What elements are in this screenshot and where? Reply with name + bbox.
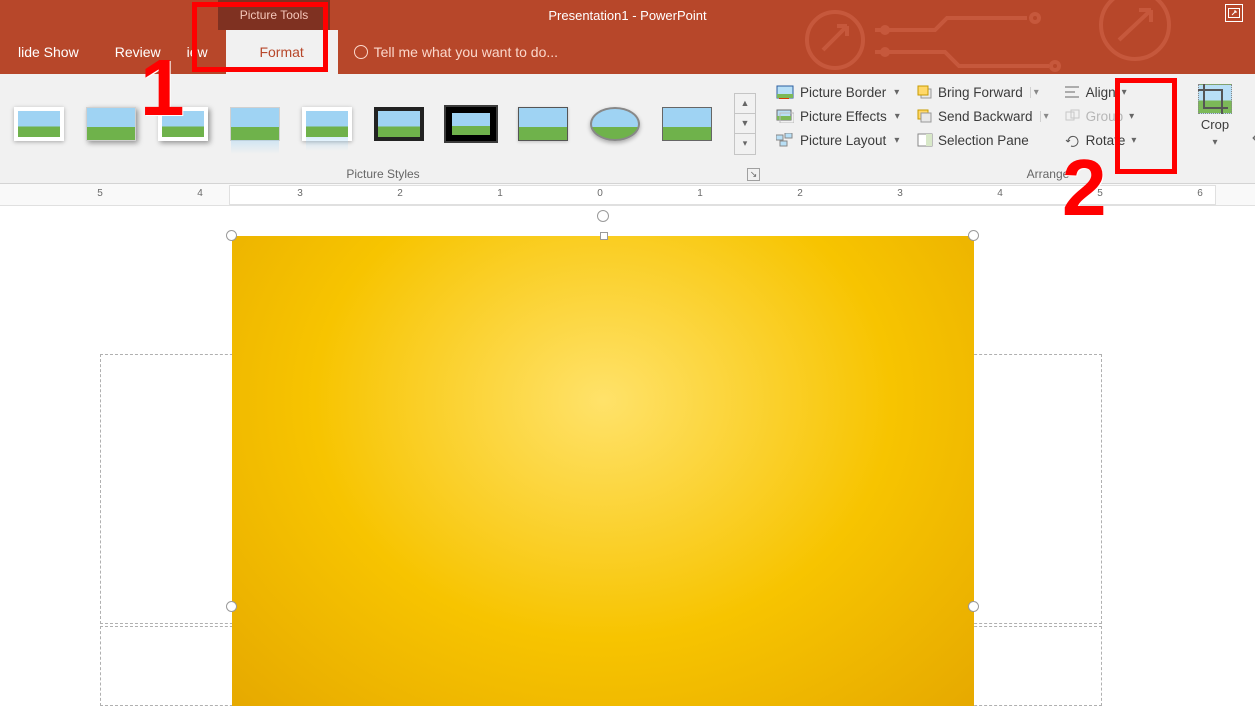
resize-handle-tl[interactable] [226,230,237,241]
window-title: Presentation1 - PowerPoint [548,8,706,23]
picture-layout-icon [776,132,794,148]
arrange-group: Bring Forward ▾ Send Backward ▾ Selectio… [911,74,1185,183]
dropdown-icon: ▾ [1129,111,1134,122]
style-thumb-1[interactable] [8,101,70,147]
height-field[interactable]: Height: [1251,92,1255,108]
align-icon [1064,84,1082,100]
bring-forward-icon [916,84,934,100]
dropdown-icon: ▾ [894,135,899,146]
ribbon: ▲ ▼ ▾ Picture Styles ↘ Picture Border ▾ … [0,74,1255,184]
group-label-picture-styles: Picture Styles ↘ [0,167,766,183]
group-label-size: Size ↘ [1251,165,1255,181]
size-group: Height: Width: Size ↘ [1245,74,1255,183]
crop-group: Crop ▾ [1185,74,1245,183]
group-button: Group ▾ [1063,106,1138,126]
tab-slideshow[interactable]: lide Show [0,30,97,74]
tab-review[interactable]: Review [97,30,179,74]
gallery-scroll: ▲ ▼ ▾ [734,93,756,155]
crop-dropdown-icon[interactable]: ▾ [1212,137,1217,148]
horizontal-ruler: 5 4 3 2 1 0 1 2 3 4 5 6 [0,184,1255,206]
tell-me-search[interactable]: Tell me what you want to do... [354,44,558,60]
picture-effects-label: Picture Effects [800,109,887,124]
bring-forward-label: Bring Forward [938,85,1023,100]
width-icon [1251,130,1255,146]
crop-icon [1198,84,1232,114]
resize-handle-tr[interactable] [968,230,979,241]
dropdown-icon: ▾ [1131,135,1136,146]
resize-handle-br[interactable] [968,601,979,612]
align-label: Align [1086,85,1116,100]
lightbulb-icon [354,45,368,59]
ruler-labels: 5 4 3 2 1 0 1 2 3 4 5 6 [0,186,1255,204]
gallery-scroll-down-icon[interactable]: ▼ [735,114,755,134]
picture-format-column: Picture Border ▾ Picture Effects ▾ Pictu… [766,74,911,183]
gallery-scroll-up-icon[interactable]: ▲ [735,94,755,114]
tell-me-placeholder: Tell me what you want to do... [374,44,558,60]
tab-format[interactable]: Format [226,30,338,74]
picture-styles-gallery: ▲ ▼ ▾ [0,74,766,167]
rotate-button[interactable]: Rotate ▾ [1063,130,1138,150]
picture-border-label: Picture Border [800,85,886,100]
rotate-icon [1064,132,1082,148]
slide-canvas[interactable] [0,206,1255,706]
send-backward-label: Send Backward [938,109,1033,124]
ribbon-display-options-icon[interactable] [1225,4,1243,22]
split-dropdown-icon[interactable]: ▾ [1040,111,1052,122]
style-thumb-8[interactable] [512,101,574,147]
group-icon [1064,108,1082,124]
picture-layout-label: Picture Layout [800,133,886,148]
crop-button[interactable]: Crop ▾ [1194,82,1236,150]
style-thumb-4[interactable] [224,101,286,147]
picture-effects-icon [776,108,794,124]
picture-border-button[interactable]: Picture Border ▾ [774,82,905,102]
style-thumb-10[interactable] [656,101,718,147]
ribbon-tabs: lide Show Review iew Format Tell me what… [0,30,1255,74]
gallery-more-icon[interactable]: ▾ [735,134,755,153]
align-button[interactable]: Align ▾ [1063,82,1138,102]
crop-label: Crop [1201,117,1229,132]
send-backward-icon [916,108,934,124]
tab-view[interactable]: iew [179,30,226,74]
picture-styles-group: ▲ ▼ ▾ Picture Styles ↘ [0,74,766,183]
rotate-label: Rotate [1086,133,1126,148]
dropdown-icon: ▾ [894,87,899,98]
resize-handle-bl[interactable] [226,601,237,612]
resize-handle-tm[interactable] [600,232,608,240]
height-icon [1251,92,1255,108]
picture-layout-button[interactable]: Picture Layout ▾ [774,130,905,150]
style-thumb-3[interactable] [152,101,214,147]
style-thumb-9[interactable] [584,101,646,147]
style-thumb-6[interactable] [368,101,430,147]
picture-styles-launcher-icon[interactable]: ↘ [747,168,760,181]
send-backward-button[interactable]: Send Backward ▾ [915,106,1053,126]
selection-pane-button[interactable]: Selection Pane [915,130,1053,150]
style-thumb-2[interactable] [80,101,142,147]
title-bar: Picture Tools Presentation1 - PowerPoint [0,0,1255,30]
picture-effects-button[interactable]: Picture Effects ▾ [774,106,905,126]
selection-pane-icon [916,132,934,148]
rotate-handle-icon[interactable] [597,210,609,222]
group-label-arrange: Arrange [911,167,1185,183]
contextual-tab-label: Picture Tools [218,0,330,30]
split-dropdown-icon[interactable]: ▾ [1030,87,1042,98]
style-thumb-5[interactable] [296,101,358,147]
picture-border-icon [776,84,794,100]
dropdown-icon: ▾ [1122,87,1127,98]
dropdown-icon: ▾ [895,111,900,122]
selection-pane-label: Selection Pane [938,133,1029,148]
selected-picture[interactable] [232,236,974,706]
window-controls [1225,4,1243,22]
width-field[interactable]: Width: [1251,130,1255,146]
group-label: Group [1086,109,1124,124]
style-thumb-7[interactable] [440,101,502,147]
bring-forward-button[interactable]: Bring Forward ▾ [915,82,1053,102]
